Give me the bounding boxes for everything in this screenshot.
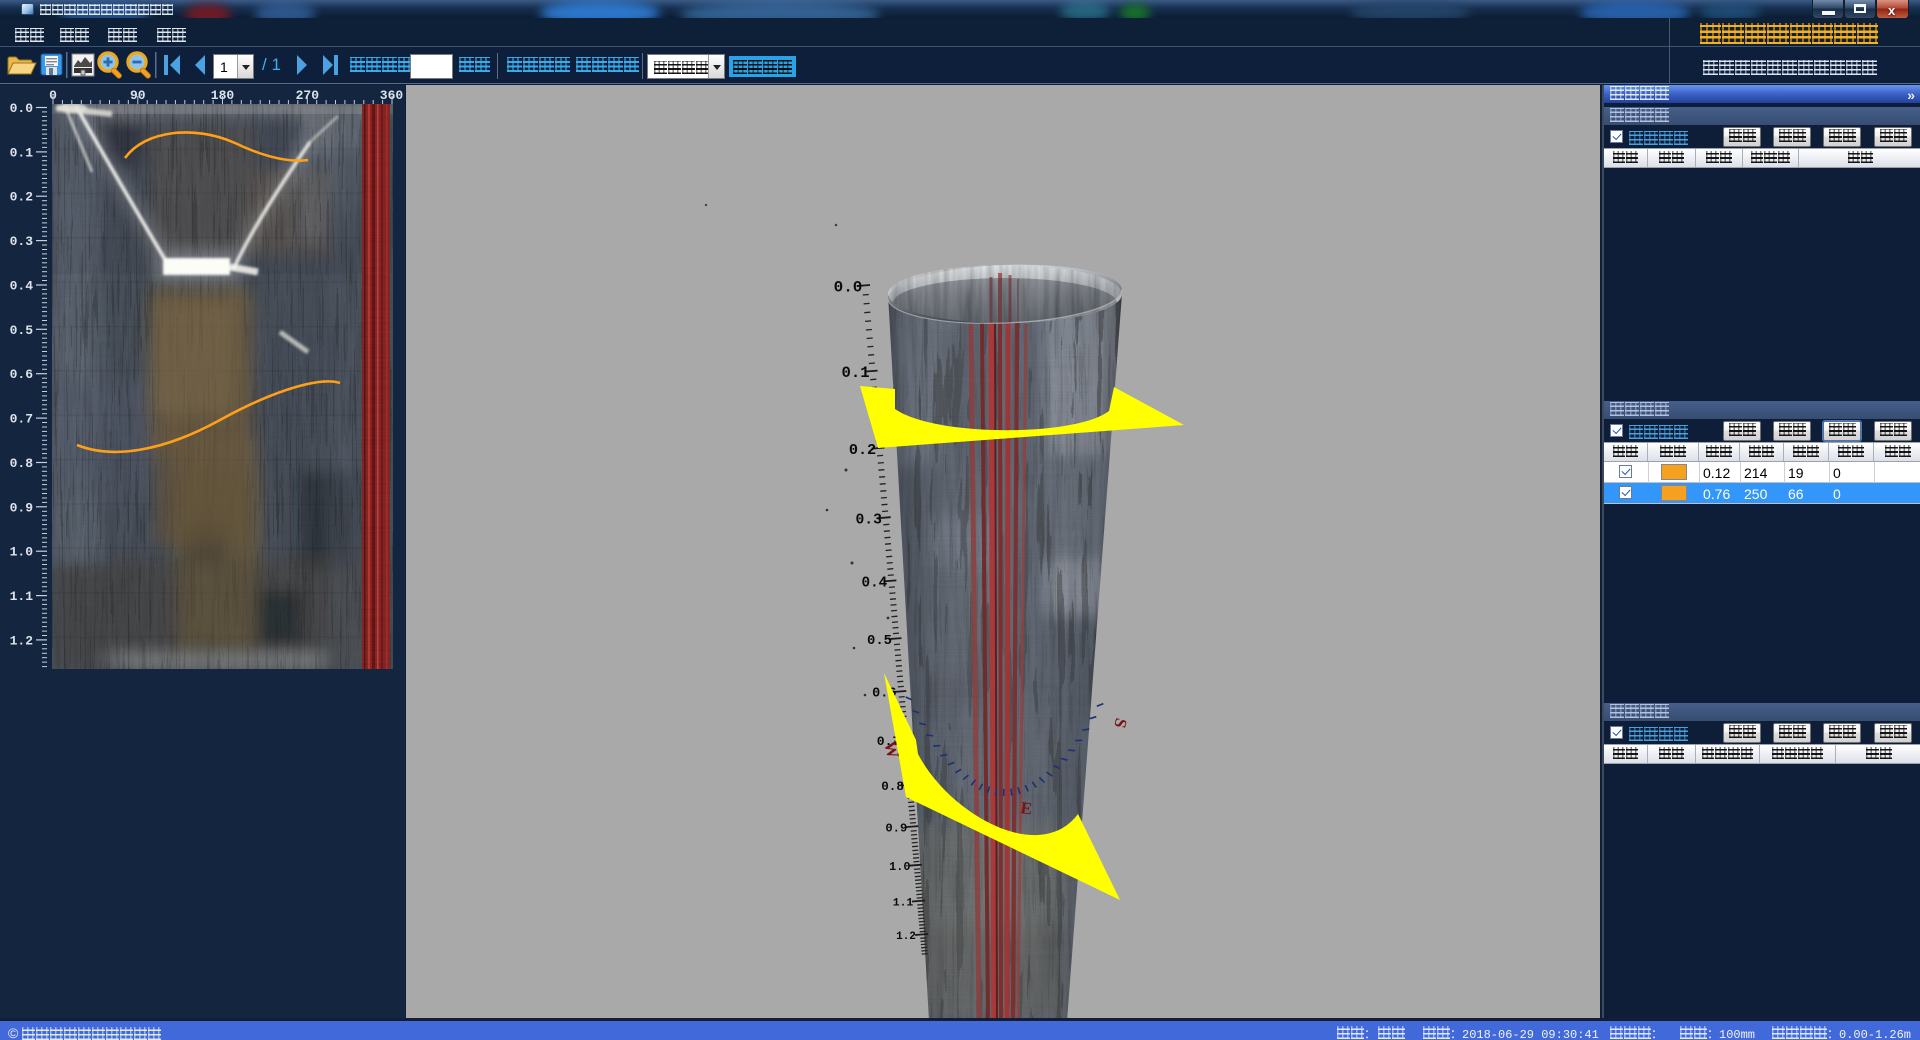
- svg-text:S: S: [1110, 716, 1131, 730]
- svg-text:0.5: 0.5: [867, 633, 892, 649]
- svg-text:1.2: 1.2: [896, 931, 916, 943]
- svg-text:0.4: 0.4: [10, 279, 34, 294]
- svg-text:1.1: 1.1: [10, 589, 34, 604]
- svg-text:0.8: 0.8: [10, 456, 34, 471]
- svg-text:1.0: 1.0: [889, 860, 910, 874]
- svg-text:0.3: 0.3: [10, 234, 34, 249]
- svg-text:1.0: 1.0: [10, 545, 34, 560]
- svg-text:0.9: 0.9: [885, 821, 907, 835]
- svg-text:1.1: 1.1: [893, 898, 914, 910]
- svg-text:0.5: 0.5: [10, 323, 34, 338]
- svg-text:0.1: 0.1: [842, 364, 870, 382]
- svg-text:0.3: 0.3: [855, 512, 882, 528]
- svg-text:0.7: 0.7: [10, 412, 33, 427]
- svg-text:0.8: 0.8: [881, 780, 904, 794]
- svg-text:0.0: 0.0: [10, 101, 34, 116]
- svg-text:0.9: 0.9: [10, 500, 34, 515]
- svg-text:0.1: 0.1: [10, 145, 34, 160]
- svg-text:0.0: 0.0: [834, 279, 863, 297]
- svg-text:0.6: 0.6: [10, 367, 34, 382]
- svg-text:0.2: 0.2: [10, 190, 34, 205]
- svg-text:0.2: 0.2: [849, 441, 876, 459]
- svg-text:1.2: 1.2: [10, 633, 34, 648]
- svg-text:0.4: 0.4: [862, 575, 888, 591]
